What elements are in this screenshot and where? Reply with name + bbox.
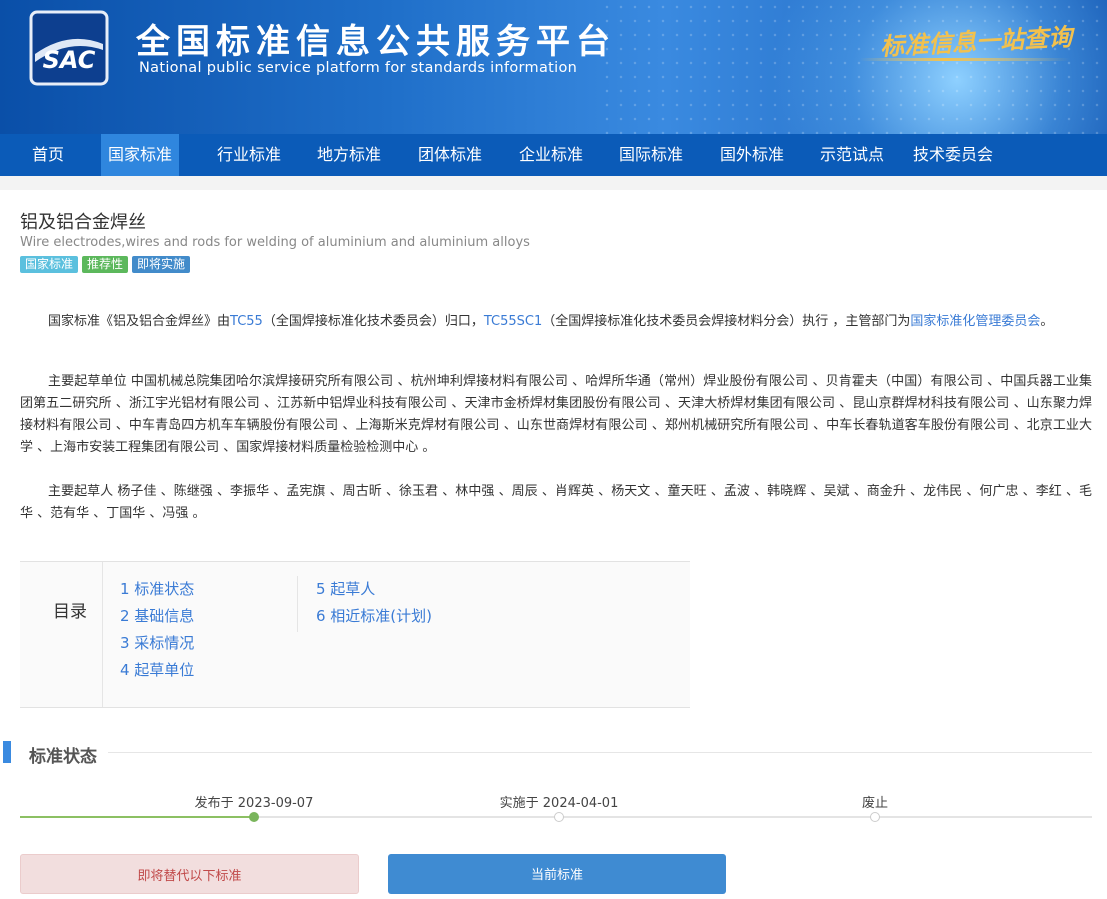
toc-label: 目录 [53,602,87,622]
drafting-units-list: 中国机械总院集团哈尔滨焊接研究所有限公司 、杭州坤利焊接材料有限公司 、哈焊所华… [20,374,1092,455]
table-of-contents: 目录 1 标准状态 2 基础信息 3 采标情况 4 起草单位 5 起草人 6 相… [20,561,690,708]
timeline-label-abolished: 废止 [861,796,889,811]
toc-column-1: 1 标准状态 2 基础信息 3 采标情况 4 起草单位 [120,576,194,684]
intro-paragraph: 国家标准《铝及铝合金焊丝》由TC55（全国焊接标准化技术委员会）归口，TC55S… [20,311,1092,333]
tag-national-standard: 国家标准 [20,256,79,273]
tag-recommended: 推荐性 [82,256,129,273]
toc-column-2: 5 起草人 6 相近标准(计划) [316,576,432,630]
intro-text: （全国焊接标准化技术委员会焊接材料分会）执行 ，主管部门为 [542,314,911,329]
timeline-node-published [249,812,259,822]
nav-local-standards[interactable]: 地方标准 [303,134,395,176]
site-subtitle: National public service platform for sta… [139,60,578,76]
nav-national-standards[interactable]: 国家标准 [101,134,179,176]
toc-column-separator [297,576,298,632]
standard-tags: 国家标准 推荐性 即将实施 [20,256,191,273]
drafters-label: 主要起草人 [48,484,114,499]
current-standard-box[interactable]: 当前标准 [388,854,726,894]
svg-text:SAC: SAC [43,46,96,74]
tc55sc1-link[interactable]: TC55SC1 [484,314,542,329]
status-section-title: 标准状态 [29,747,97,767]
nav-industry-standards[interactable]: 行业标准 [203,134,295,176]
toc-item-similar-standards[interactable]: 6 相近标准(计划) [316,603,432,630]
drafters-paragraph: 主要起草人 杨子佳 、陈继强 、李振华 、孟宪旗 、周古昕 、徐玉君 、林中强 … [20,481,1092,525]
toc-item-basic-info[interactable]: 2 基础信息 [120,603,194,630]
sac-logo[interactable]: SAC [29,10,109,86]
intro-text: 。 [1040,314,1054,329]
drafting-units-label: 主要起草单位 [48,374,127,389]
standard-title-en: Wire electrodes,wires and rods for weldi… [20,235,530,250]
nav-tech-committee[interactable]: 技术委员会 [899,134,1007,176]
standard-title: 铝及铝合金焊丝 [20,212,146,233]
tc55-link[interactable]: TC55 [230,314,263,329]
toc-item-status[interactable]: 1 标准状态 [120,576,194,603]
intro-text: 国家标准《铝及铝合金焊丝》由 [48,314,231,329]
timeline-node-implemented [554,812,564,822]
timeline-label-published: 发布于 2023-09-07 [194,796,314,811]
replaces-standards-box[interactable]: 即将替代以下标准 [20,854,359,894]
tag-upcoming: 即将实施 [132,256,191,273]
main-nav: 首页 国家标准 行业标准 地方标准 团体标准 企业标准 国际标准 国外标准 示范… [0,134,1107,176]
drafters-list: 杨子佳 、陈继强 、李振华 、孟宪旗 、周古昕 、徐玉君 、林中强 、周辰 、肖… [20,484,1092,521]
nav-international-standards[interactable]: 国际标准 [605,134,697,176]
timeline-progress [20,816,254,818]
timeline-label-implemented: 实施于 2024-04-01 [499,796,619,811]
nav-group-standards[interactable]: 团体标准 [404,134,496,176]
drafting-units-paragraph: 主要起草单位 中国机械总院集团哈尔滨焊接研究所有限公司 、杭州坤利焊接材料有限公… [20,371,1092,459]
nav-pilot-demo[interactable]: 示范试点 [806,134,898,176]
site-title: 全国标准信息公共服务平台 [136,22,616,62]
slogan-underline [860,58,1070,61]
timeline-node-abolished [870,812,880,822]
toc-divider [102,562,103,707]
toc-item-drafters[interactable]: 5 起草人 [316,576,432,603]
section-marker [3,741,11,763]
sac-committee-link[interactable]: 国家标准化管理委员会 [910,314,1040,329]
header-banner: SAC 全国标准信息公共服务平台 National public service… [0,0,1107,134]
nav-foreign-standards[interactable]: 国外标准 [706,134,798,176]
section-rule [108,752,1092,753]
nav-enterprise-standards[interactable]: 企业标准 [505,134,597,176]
nav-bottom-strip [0,176,1107,190]
toc-item-adoption[interactable]: 3 采标情况 [120,630,194,657]
intro-text: （全国焊接标准化技术委员会）归口， [262,314,484,329]
nav-home[interactable]: 首页 [18,134,78,176]
toc-item-drafting-units[interactable]: 4 起草单位 [120,657,194,684]
